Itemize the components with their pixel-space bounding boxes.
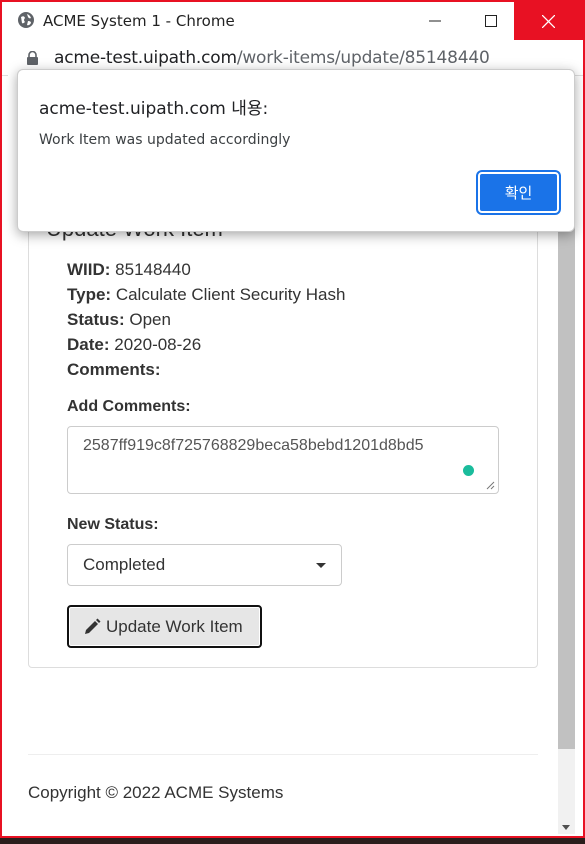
new-status-label: New Status: [67, 516, 159, 533]
pencil-icon [85, 618, 101, 634]
ok-button[interactable]: 확인 [478, 172, 559, 213]
update-button-label: Update Work Item [106, 616, 243, 636]
title-bar[interactable]: ACME System 1 - Chrome [2, 2, 583, 40]
lock-icon [27, 51, 38, 65]
new-status-select[interactable]: Completed [67, 544, 342, 586]
date-row: Date: 2020-08-26 [67, 335, 201, 355]
wiid-label: WIID: [67, 260, 111, 279]
type-label: Type: [67, 285, 112, 304]
update-card [28, 174, 538, 668]
url-path: /work-items/update/85148440 [236, 48, 490, 68]
alert-dialog: acme-test.uipath.com 내용: Work Item was u… [17, 69, 575, 232]
comments-label: Comments: [67, 360, 161, 379]
update-work-item-button[interactable]: Update Work Item [67, 605, 262, 648]
add-comments-textarea[interactable]: 2587ff919c8f725768829beca58bebd1201d8bd5 [67, 426, 499, 494]
type-value: Calculate Client Security Hash [115, 285, 346, 304]
wiid-row: WIID: 85148440 [67, 260, 191, 280]
add-comments-value: 2587ff919c8f725768829beca58bebd1201d8bd5 [83, 437, 424, 454]
status-value: Open [129, 310, 171, 329]
dialog-title: acme-test.uipath.com 내용: [39, 99, 269, 119]
grammar-check-icon[interactable] [463, 465, 474, 476]
status-label: Status: [67, 310, 125, 329]
scroll-down-arrow-icon[interactable] [562, 825, 570, 830]
resize-grip-icon[interactable] [485, 480, 495, 490]
minimize-icon [429, 20, 441, 22]
scrollbar-thumb[interactable] [558, 214, 575, 749]
date-label: Date: [67, 335, 110, 354]
footer-divider [28, 754, 538, 755]
type-row: Type: Calculate Client Security Hash [67, 285, 345, 305]
dialog-message: Work Item was updated accordingly [39, 132, 291, 148]
url-text[interactable]: acme-test.uipath.com/work-items/update/8… [54, 48, 490, 68]
close-button[interactable] [514, 2, 583, 40]
copyright-text: Copyright © 2022 ACME Systems [28, 783, 284, 802]
maximize-icon [485, 15, 497, 27]
globe-icon [18, 12, 34, 28]
new-status-value: Completed [83, 555, 166, 574]
minimize-button[interactable] [412, 2, 458, 40]
chevron-down-icon [316, 563, 326, 568]
status-row: Status: Open [67, 310, 171, 330]
close-icon [542, 14, 555, 28]
comments-row: Comments: [67, 360, 161, 380]
window-title: ACME System 1 - Chrome [43, 12, 235, 30]
add-comments-label: Add Comments: [67, 398, 191, 415]
url-host: acme-test.uipath.com [54, 48, 237, 68]
maximize-button[interactable] [468, 2, 514, 40]
date-value: 2020-08-26 [114, 335, 202, 354]
wiid-value: 85148440 [115, 260, 191, 279]
